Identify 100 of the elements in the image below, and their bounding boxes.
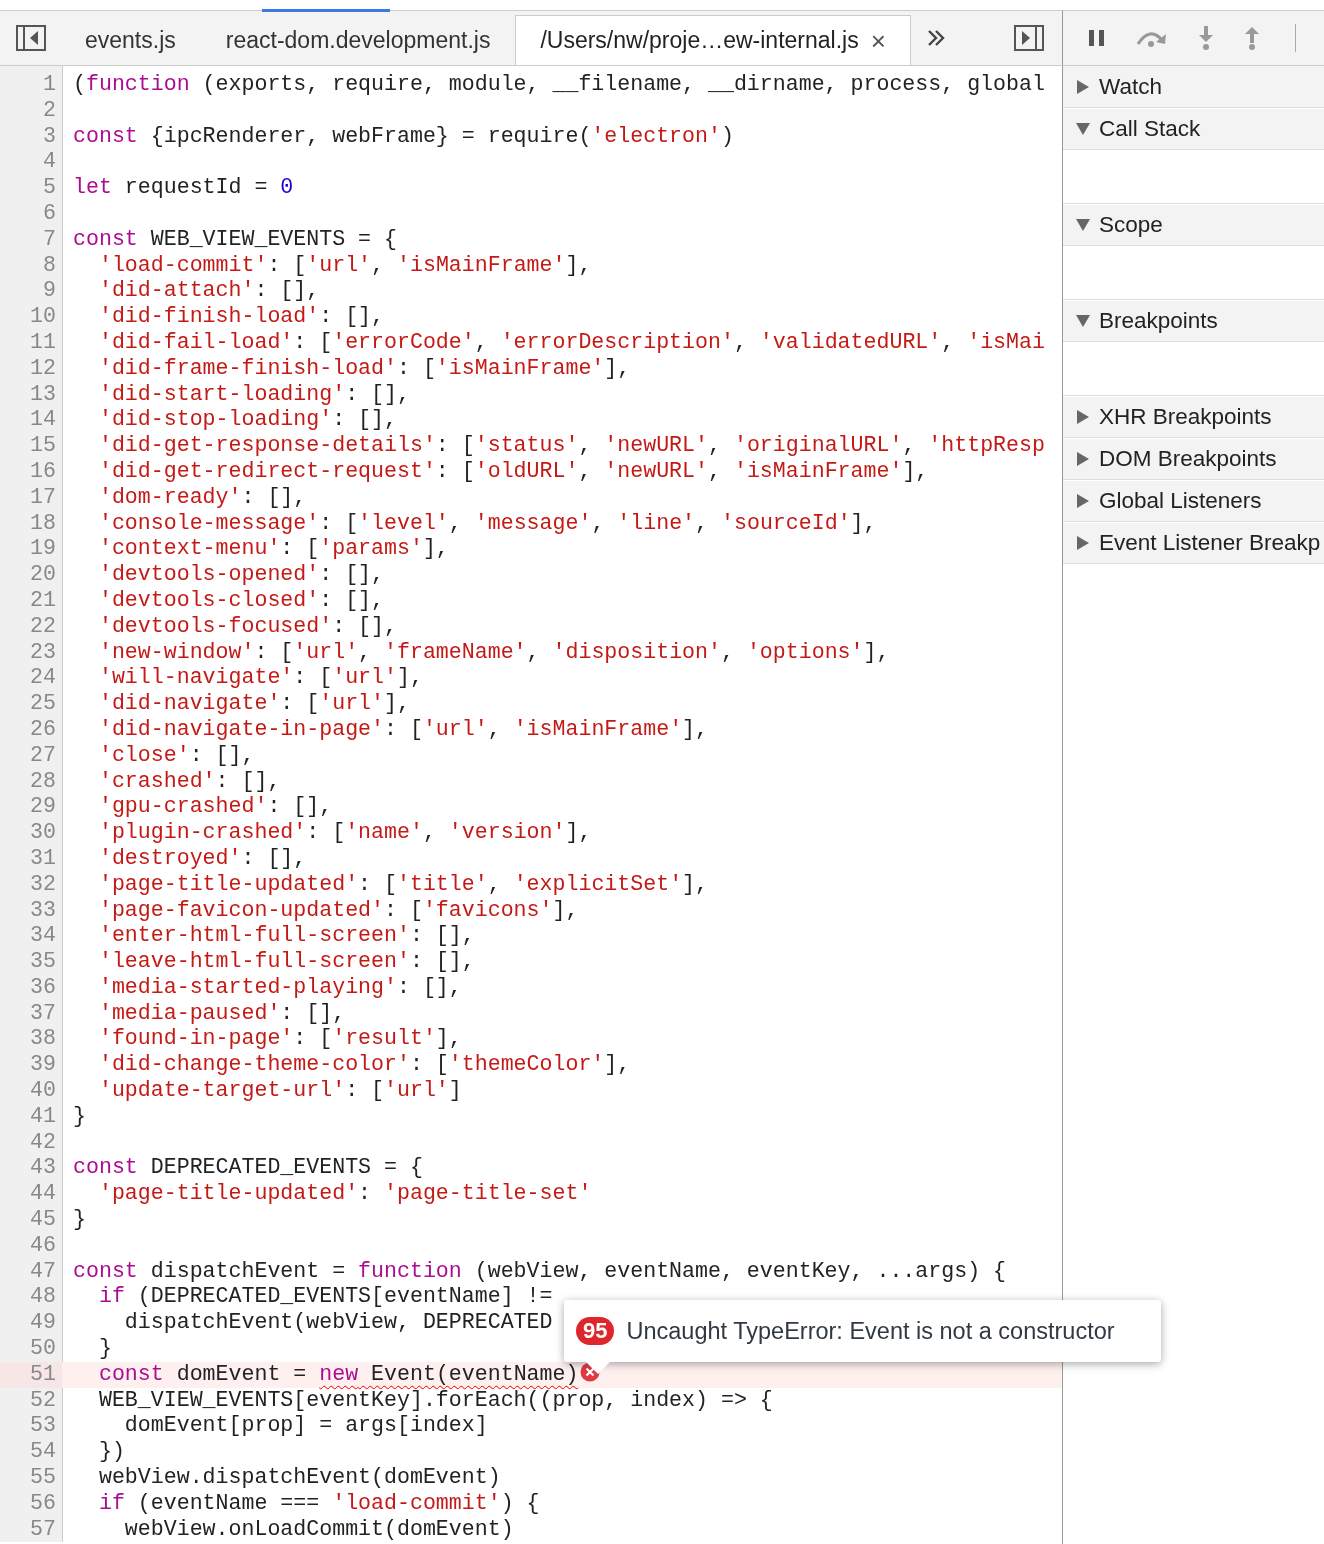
section-header[interactable]: Global Listeners: [1063, 480, 1324, 522]
line-number: 52: [29, 1387, 57, 1414]
section-header[interactable]: Event Listener Breakp: [1063, 522, 1324, 564]
line-number: 36: [29, 974, 57, 1001]
code-line: const dispatchEvent = function (webView, eventName, eventKey, ...args) {: [72, 1258, 1007, 1285]
code-line: 'did-get-redirect-request': ['oldURL', 'newURL', 'isMainFrame'],: [97, 458, 929, 485]
line-number: 19: [29, 536, 57, 563]
line-number: 4: [42, 149, 57, 176]
code-line: WEB_VIEW_EVENTS[eventKey].forEach((prop, index) => {: [97, 1387, 773, 1414]
line-number: 34: [29, 923, 57, 950]
line-number: 12: [29, 355, 57, 382]
code-line: 'did-start-loading': [],: [97, 381, 410, 408]
section-header[interactable]: DOM Breakpoints: [1063, 438, 1324, 480]
code-line: 'did-change-theme-color': ['themeColor'],: [97, 1052, 631, 1079]
code-line: 'did-attach': [],: [97, 278, 320, 305]
code-line: 'devtools-opened': [],: [97, 562, 384, 588]
code-line: domEvent[prop] = args[index]: [123, 1413, 488, 1440]
line-number: 37: [29, 1000, 57, 1027]
double-chevron-icon[interactable]: [926, 29, 945, 47]
line-number: 18: [29, 510, 57, 537]
code-line: 'gpu-crashed': [],: [97, 794, 333, 821]
code-line: webView.onLoadCommit(domEvent): [123, 1516, 514, 1543]
code-line: 'did-navigate-in-page': ['url', 'isMainFrame'],: [97, 716, 708, 743]
code-line: 'leave-html-full-screen': [],: [97, 949, 475, 975]
line-number: 26: [29, 716, 57, 743]
code-line: 'did-fail-load': ['errorCode', 'errorDescription', 'validatedURL', 'isMai: [97, 329, 1045, 356]
line-number: 13: [29, 381, 57, 408]
line-number: 40: [29, 1078, 57, 1104]
line-number: 1: [42, 72, 57, 98]
line-number: 49: [29, 1310, 57, 1337]
expanded-triangle-icon[interactable]: [1075, 121, 1091, 137]
line-number: 6: [42, 201, 57, 227]
line-number: 15: [29, 433, 57, 459]
line-number: 3: [42, 123, 57, 150]
line-number: 55: [29, 1465, 57, 1491]
line-number: 47: [29, 1258, 57, 1285]
step-into-icon[interactable]: [1197, 25, 1215, 51]
editor-tab[interactable]: events.js: [60, 15, 201, 65]
collapsed-triangle-icon[interactable]: [1075, 493, 1091, 509]
code-line: if (DEPRECATED_EVENTS[eventName] !=: [97, 1284, 553, 1311]
line-number: 44: [29, 1181, 57, 1208]
step-out-icon[interactable]: [1243, 25, 1261, 51]
line-number: 22: [29, 613, 57, 640]
section-header[interactable]: Call Stack: [1063, 108, 1324, 150]
line-number: 7: [42, 226, 57, 253]
section-header[interactable]: Scope: [1063, 204, 1324, 246]
code-line: 'context-menu': ['params'],: [97, 536, 449, 563]
code-line: 'did-navigate': ['url'],: [97, 691, 410, 717]
line-number: 50: [29, 1336, 57, 1362]
collapsed-triangle-icon[interactable]: [1075, 535, 1091, 551]
sidebar-toggle-icon[interactable]: [16, 25, 46, 51]
collapsed-triangle-icon[interactable]: [1075, 451, 1091, 467]
code-line: 'new-window': ['url', 'frameName', 'disposition', 'options'],: [97, 639, 890, 666]
line-number: 53: [29, 1413, 57, 1440]
line-number: 23: [29, 639, 57, 666]
line-number: 33: [29, 897, 57, 924]
line-number: 16: [29, 458, 57, 485]
code-line: 'did-finish-load': [],: [97, 304, 384, 330]
line-number: 31: [29, 845, 57, 872]
code-line: }): [97, 1439, 125, 1466]
line-number: 25: [29, 691, 57, 717]
code-line: }: [97, 1336, 112, 1362]
collapsed-triangle-icon[interactable]: [1075, 409, 1091, 425]
code-line: dispatchEvent(webView, DEPRECATED: [123, 1310, 553, 1337]
line-number: 28: [29, 768, 57, 795]
line-number: 24: [29, 665, 57, 692]
code-line: const DEPRECATED_EVENTS = {: [72, 1155, 423, 1182]
code-line: 'close': [],: [97, 742, 255, 769]
section-header[interactable]: Breakpoints: [1063, 300, 1324, 342]
code-line: 'did-frame-finish-load': ['isMainFrame'],: [97, 355, 631, 382]
line-number: 38: [29, 1026, 57, 1053]
code-line: 'did-stop-loading': [],: [97, 407, 397, 434]
code-line: 'devtools-focused': [],: [97, 613, 397, 640]
line-number: 30: [29, 820, 57, 846]
code-line: webView.dispatchEvent(domEvent): [97, 1465, 501, 1491]
code-line: const domEvent = new Event(eventName): [97, 1361, 579, 1388]
line-number: 11: [29, 329, 57, 356]
code-line: 'enter-html-full-screen': [],: [97, 923, 475, 950]
section-header[interactable]: Watch: [1063, 66, 1324, 108]
editor-tab[interactable]: react-dom.development.js: [200, 15, 516, 65]
code-line: let requestId = 0: [72, 175, 294, 201]
line-number: 45: [29, 1207, 57, 1233]
code-line: }: [72, 1207, 86, 1233]
line-number: 54: [29, 1439, 57, 1466]
section-header[interactable]: XHR Breakpoints: [1063, 396, 1324, 438]
expanded-triangle-icon[interactable]: [1075, 313, 1091, 329]
expanded-triangle-icon[interactable]: [1075, 217, 1091, 233]
collapsed-triangle-icon[interactable]: [1075, 78, 1091, 95]
pause-icon[interactable]: [1087, 28, 1107, 48]
line-number: 56: [29, 1490, 57, 1517]
code-line: const {ipcRenderer, webFrame} = require('electron'): [72, 123, 734, 150]
editor-tab[interactable]: /Users/nw/proje…ew-internal.js ×: [515, 15, 911, 65]
panel-toggle-icon[interactable]: [1014, 25, 1044, 51]
line-number: 43: [29, 1155, 57, 1182]
line-number: 10: [29, 304, 57, 330]
line-number: 51: [0, 1361, 62, 1388]
line-number: 29: [29, 794, 57, 821]
line-number: 42: [29, 1129, 57, 1156]
code-line: 'crashed': [],: [97, 768, 281, 795]
close-icon[interactable]: ×: [870, 27, 886, 54]
